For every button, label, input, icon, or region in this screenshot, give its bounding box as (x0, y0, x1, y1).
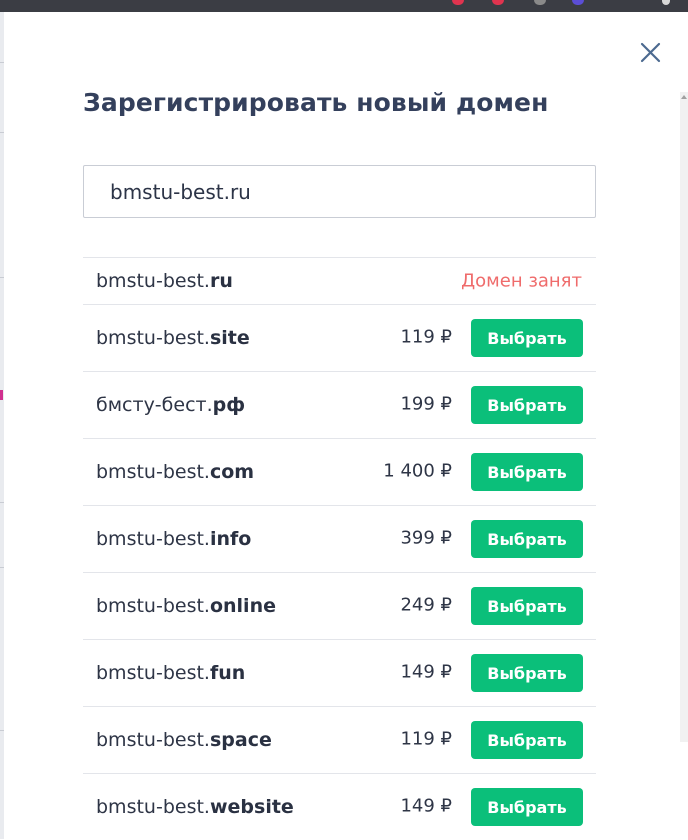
close-button[interactable] (638, 40, 664, 66)
select-domain-button[interactable]: Выбрать (471, 721, 583, 759)
domain-price: 119 ₽ (400, 728, 452, 750)
domain-taken-status: Домен занят (461, 270, 582, 292)
domain-price: 149 ₽ (400, 795, 452, 817)
domain-row: bmstu-best.online 249 ₽ Выбрать (83, 572, 596, 639)
close-icon (640, 42, 661, 63)
domain-price: 119 ₽ (400, 326, 452, 348)
domain-row: bmstu-best.com 1 400 ₽ Выбрать (83, 438, 596, 505)
domain-results-list: bmstu-best.ru Домен занят bmstu-best.sit… (83, 257, 596, 840)
domain-name: bmstu-best.site (96, 327, 250, 349)
domain-name: bmstu-best.fun (96, 662, 246, 684)
extension-icon[interactable] (534, 0, 546, 5)
select-domain-button[interactable]: Выбрать (471, 386, 583, 424)
select-domain-button[interactable]: Выбрать (471, 319, 583, 357)
domain-row: bmstu-best.website 149 ₽ Выбрать (83, 773, 596, 840)
domain-name: bmstu-best.com (96, 461, 255, 483)
domain-price: 1 400 ₽ (383, 460, 452, 482)
domain-price: 149 ₽ (400, 661, 452, 683)
domain-search-input[interactable] (84, 166, 580, 217)
domain-name: bmstu-best.online (96, 595, 276, 617)
domain-row: бмсту-бест.рф 199 ₽ Выбрать (83, 371, 596, 438)
domain-row-taken: bmstu-best.ru Домен занят (83, 257, 596, 304)
domain-name: bmstu-best.ru (96, 270, 233, 292)
select-domain-button[interactable]: Выбрать (471, 654, 583, 692)
domain-name: bmstu-best.space (96, 729, 272, 751)
select-domain-button[interactable]: Выбрать (471, 453, 583, 491)
domain-row: bmstu-best.fun 149 ₽ Выбрать (83, 639, 596, 706)
domain-row: bmstu-best.info 399 ₽ Выбрать (83, 505, 596, 572)
select-domain-button[interactable]: Выбрать (471, 520, 583, 558)
scroll-up-icon[interactable] (681, 95, 687, 99)
extension-icon[interactable] (572, 0, 584, 5)
extension-icon[interactable] (492, 0, 504, 5)
domain-search-field[interactable] (83, 165, 596, 218)
select-domain-button[interactable]: Выбрать (471, 587, 583, 625)
domain-name: бмсту-бест.рф (96, 394, 246, 416)
domain-row: bmstu-best.space 119 ₽ Выбрать (83, 706, 596, 773)
scrollbar[interactable] (680, 92, 688, 742)
extension-icon[interactable] (452, 0, 464, 5)
menu-icon[interactable] (662, 0, 670, 5)
domain-name: bmstu-best.website (96, 796, 294, 818)
select-domain-button[interactable]: Выбрать (471, 788, 583, 826)
domain-price: 399 ₽ (400, 527, 452, 549)
background-page-edge (0, 12, 4, 839)
domain-name: bmstu-best.info (96, 528, 252, 550)
domain-price: 199 ₽ (400, 393, 452, 415)
dialog-title: Зарегистрировать новый домен (83, 88, 549, 117)
domain-price: 249 ₽ (400, 594, 452, 616)
browser-toolbar (0, 0, 688, 12)
domain-row: bmstu-best.site 119 ₽ Выбрать (83, 304, 596, 371)
